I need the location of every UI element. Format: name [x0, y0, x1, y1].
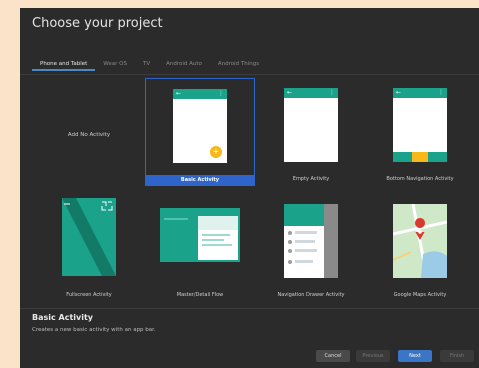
- nav-drawer: [284, 204, 324, 278]
- template-label: Empty Activity: [292, 176, 330, 182]
- app-bar: ← ⋮: [393, 88, 447, 98]
- bottom-nav-bar: [393, 152, 447, 162]
- template-basic-activity[interactable]: ← ⋮ + Basic Activity: [145, 78, 255, 186]
- template-description: Basic Activity Creates a new basic activ…: [20, 308, 479, 343]
- tab-android-things[interactable]: Android Things: [210, 58, 267, 71]
- overflow-menu-icon: ⋮: [329, 89, 335, 96]
- tab-android-auto[interactable]: Android Auto: [158, 58, 210, 71]
- description-title: Basic Activity: [32, 313, 94, 322]
- master-detail-preview: [160, 208, 240, 262]
- template-grid: Add No Activity ← ⋮ + Basic Activity ← ⋮…: [20, 76, 479, 308]
- template-label: Google Maps Activity: [393, 292, 447, 298]
- navigation-drawer-preview: [284, 204, 338, 278]
- new-project-dialog: Choose your project Phone and Tablet Wea…: [20, 8, 479, 368]
- basic-activity-preview: ← ⋮ +: [173, 89, 227, 163]
- detail-pane: [198, 216, 238, 260]
- overflow-menu-icon: ⋮: [218, 90, 224, 97]
- template-add-no-activity[interactable]: Add No Activity: [34, 78, 144, 186]
- back-arrow-icon: ←: [287, 89, 293, 96]
- template-bottom-navigation-activity[interactable]: ← ⋮ Bottom Navigation Activity: [365, 78, 475, 186]
- template-label: Navigation Drawer Activity: [277, 292, 345, 298]
- template-google-maps-activity[interactable]: Google Maps Activity: [365, 194, 475, 302]
- previous-button[interactable]: Previous: [356, 350, 390, 362]
- dialog-title: Choose your project: [32, 16, 163, 31]
- fullscreen-diagonal-icon: [62, 198, 116, 276]
- dialog-footer: Cancel Previous Next Finish: [20, 342, 479, 368]
- app-bar: ← ⋮: [173, 89, 227, 99]
- template-label: Add No Activity: [67, 132, 111, 138]
- tab-tv[interactable]: TV: [135, 58, 158, 71]
- description-text: Creates a new basic activity with an app…: [32, 327, 156, 333]
- template-master-detail-flow[interactable]: Master/Detail Flow: [145, 194, 255, 302]
- overflow-menu-icon: ⋮: [438, 89, 444, 96]
- cancel-button[interactable]: Cancel: [316, 350, 350, 362]
- template-label: Bottom Navigation Activity: [386, 176, 454, 182]
- fullscreen-preview: [62, 198, 116, 276]
- map-icon: [393, 204, 447, 278]
- tabs-divider: [20, 74, 479, 75]
- empty-activity-preview: ← ⋮: [284, 88, 338, 162]
- bottom-navigation-preview: ← ⋮: [393, 88, 447, 162]
- template-fullscreen-activity[interactable]: Fullscreen Activity: [34, 194, 144, 302]
- template-label: Fullscreen Activity: [66, 292, 112, 298]
- template-label: Master/Detail Flow: [176, 292, 224, 298]
- tab-wear-os[interactable]: Wear OS: [95, 58, 135, 71]
- form-factor-tabs: Phone and Tablet Wear OS TV Android Auto…: [32, 58, 267, 74]
- template-label: Basic Activity: [146, 175, 254, 185]
- back-arrow-icon: ←: [176, 90, 182, 97]
- app-bar: ← ⋮: [284, 88, 338, 98]
- template-empty-activity[interactable]: ← ⋮ Empty Activity: [256, 78, 366, 186]
- back-arrow-icon: ←: [396, 89, 402, 96]
- google-maps-preview: [393, 204, 447, 278]
- template-navigation-drawer-activity[interactable]: Navigation Drawer Activity: [256, 194, 366, 302]
- next-button[interactable]: Next: [398, 350, 432, 362]
- finish-button[interactable]: Finish: [440, 350, 474, 362]
- bottom-nav-selected: [412, 152, 428, 162]
- tab-phone-and-tablet[interactable]: Phone and Tablet: [32, 58, 96, 71]
- fab-plus-icon: +: [210, 146, 222, 158]
